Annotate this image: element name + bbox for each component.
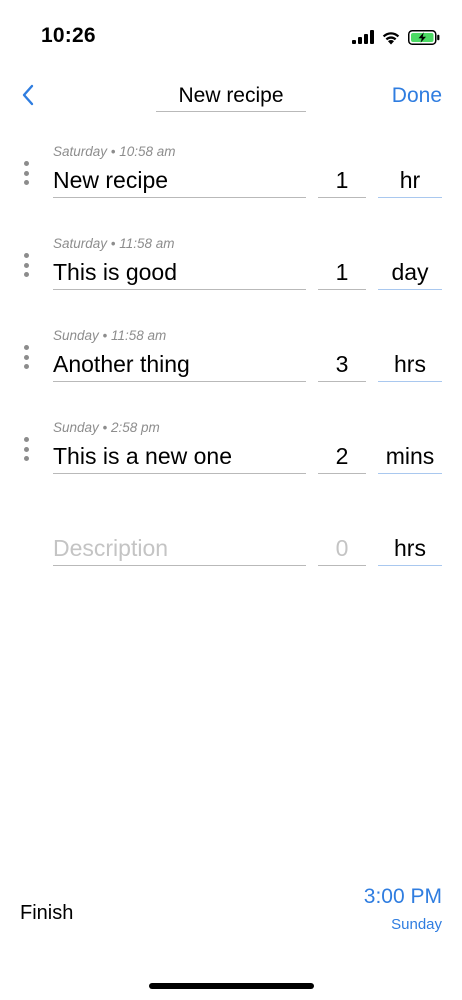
finish-label: Finish xyxy=(20,902,74,924)
step-time: Sunday • 11:58 am xyxy=(53,328,167,343)
step-description-input[interactable] xyxy=(53,164,306,198)
home-indicator xyxy=(149,983,314,989)
new-step-quantity-input[interactable] xyxy=(318,532,366,566)
step-description-input[interactable] xyxy=(53,256,306,290)
step-row: Sunday • 11:58 am xyxy=(0,322,462,414)
recipe-title-input[interactable] xyxy=(156,80,306,112)
drag-handle-icon[interactable] xyxy=(18,434,34,464)
step-description-input[interactable] xyxy=(53,440,306,474)
step-time: Sunday • 2:58 pm xyxy=(53,420,160,435)
done-button[interactable]: Done xyxy=(392,84,442,108)
step-quantity-input[interactable] xyxy=(318,348,366,382)
status-time: 10:26 xyxy=(41,24,96,47)
drag-handle-icon[interactable] xyxy=(18,342,34,372)
step-row: Saturday • 10:58 am xyxy=(0,138,462,230)
new-step-row xyxy=(0,506,462,598)
chevron-left-icon xyxy=(21,84,35,111)
new-step-unit-input[interactable] xyxy=(378,532,442,566)
step-unit-input[interactable] xyxy=(378,164,442,198)
step-quantity-input[interactable] xyxy=(318,256,366,290)
cellular-signal-icon xyxy=(352,30,374,44)
status-icons xyxy=(352,26,440,48)
step-unit-input[interactable] xyxy=(378,440,442,474)
step-unit-input[interactable] xyxy=(378,256,442,290)
back-button[interactable] xyxy=(14,82,42,112)
step-unit-input[interactable] xyxy=(378,348,442,382)
step-time: Saturday • 11:58 am xyxy=(53,236,175,251)
status-bar: 10:26 xyxy=(0,0,462,72)
finish-time-button[interactable]: 3:00 PM xyxy=(364,885,442,909)
wifi-icon xyxy=(381,30,401,45)
step-row: Sunday • 2:58 pm xyxy=(0,414,462,506)
new-step-description-input[interactable] xyxy=(53,532,306,566)
step-row: Saturday • 11:58 am xyxy=(0,230,462,322)
battery-charging-icon xyxy=(408,29,440,45)
drag-handle-icon[interactable] xyxy=(18,250,34,280)
step-description-input[interactable] xyxy=(53,348,306,382)
step-time: Saturday • 10:58 am xyxy=(53,144,176,159)
drag-handle-icon[interactable] xyxy=(18,158,34,188)
finish-row: Finish 3:00 PM Sunday xyxy=(0,880,462,940)
step-quantity-input[interactable] xyxy=(318,440,366,474)
step-quantity-input[interactable] xyxy=(318,164,366,198)
finish-day-button[interactable]: Sunday xyxy=(391,916,442,933)
navigation-bar: Done xyxy=(0,72,462,124)
step-list: Saturday • 10:58 am Saturday • 11:58 am … xyxy=(0,138,462,598)
